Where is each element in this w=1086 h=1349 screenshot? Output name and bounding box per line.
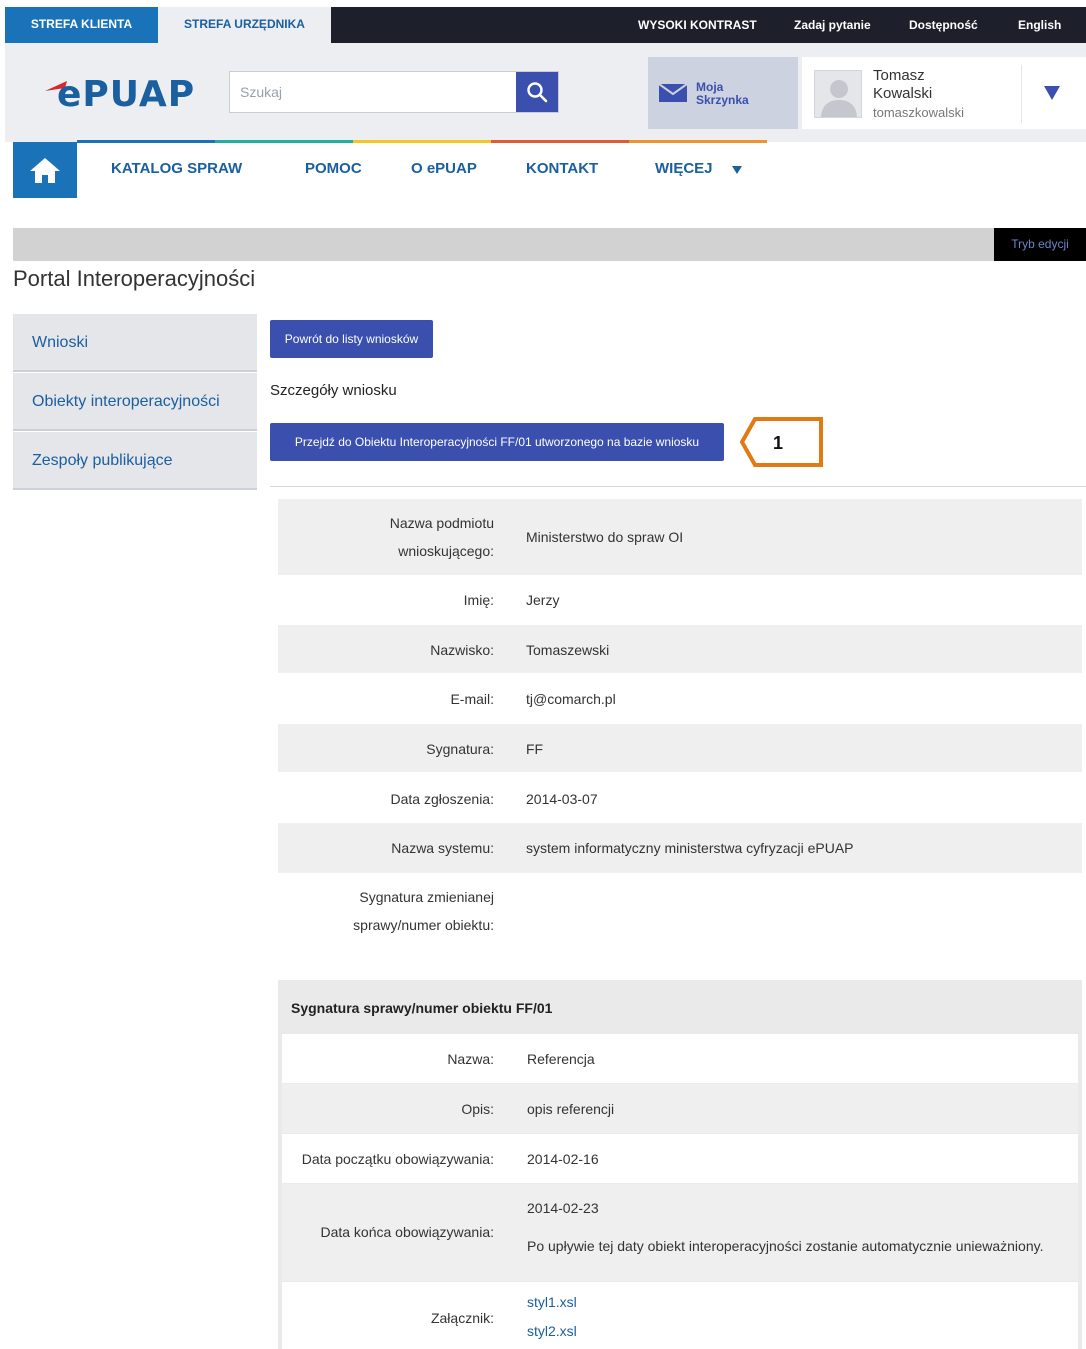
detail-value: Ministerstwo do spraw OI — [526, 529, 684, 545]
divider — [270, 486, 1086, 487]
object-row-attachments: Załącznik: styl1.xsl styl2.xsl — [282, 1282, 1078, 1349]
detail-value: 2014-03-07 — [526, 791, 598, 807]
detail-label: Sygnatura: — [426, 741, 494, 757]
object-label: Data końca obowiązywania: — [320, 1224, 494, 1240]
stripe-segment — [77, 140, 215, 143]
object-panel: Sygnatura sprawy/numer obiektu FF/01 Naz… — [278, 980, 1082, 1349]
triangle-down-icon[interactable] — [732, 166, 742, 174]
page-title: Portal Interoperacyjności — [13, 266, 256, 291]
back-to-list-button[interactable]: Powrót do listy wniosków — [270, 320, 433, 358]
divider — [1021, 65, 1022, 123]
object-row-name: Nazwa: Referencja — [282, 1034, 1078, 1083]
user-placeholder-icon — [821, 80, 857, 117]
search-input[interactable] — [230, 72, 516, 112]
goto-object-button[interactable]: Przejdź do Obiektu Interoperacyjności FF… — [270, 423, 724, 461]
stripe-segment — [215, 140, 353, 143]
edit-bar: Tryb edycji — [13, 228, 1086, 261]
attachment-link[interactable]: styl1.xsl — [527, 1288, 577, 1316]
nav-catalog[interactable]: KATALOG SPRAW — [111, 160, 242, 177]
detail-value: Jerzy — [526, 592, 560, 608]
accessibility-link[interactable]: Dostępność — [909, 7, 978, 43]
envelope-icon — [658, 83, 688, 102]
user-last-name: Kowalski — [873, 85, 933, 102]
triangle-down-icon[interactable] — [1043, 85, 1061, 101]
search-icon — [527, 82, 548, 103]
mailbox-label: Moja Skrzynka — [696, 80, 749, 107]
detail-value: Tomaszewski — [526, 642, 610, 658]
object-row-start-date: Data początku obowiązywania: 2014-02-16 — [282, 1134, 1078, 1183]
object-value: Referencja — [527, 1051, 595, 1067]
detail-value: FF — [526, 741, 544, 757]
high-contrast-link[interactable]: WYSOKI KONTRAST — [638, 7, 757, 43]
detail-value: system informatyczny ministerstwa cyfryz… — [526, 840, 854, 856]
callout-marker: 1 — [739, 417, 823, 467]
svg-text:ePUAP: ePUAP — [57, 74, 195, 113]
detail-row-first-name: Imię: Jerzy — [278, 576, 1082, 624]
header: ePUAP Moja Skrzynka Tomasz Kowalsk — [5, 43, 1086, 142]
object-value: 2014-02-23 — [527, 1200, 599, 1216]
detail-label: Sygnatura zmienianej sprawy/numer obiekt… — [353, 889, 494, 933]
object-value: opis referencji — [527, 1101, 615, 1117]
object-panel-title: Sygnatura sprawy/numer obiektu FF/01 — [291, 1000, 553, 1016]
detail-row-system: Nazwa systemu: system informatyczny mini… — [278, 823, 1082, 873]
object-label: Data początku obowiązywania: — [301, 1151, 494, 1167]
detail-row-signature: Sygnatura: FF — [278, 724, 1082, 772]
detail-row-date: Data zgłoszenia: 2014-03-07 — [278, 774, 1082, 822]
stripe-segment — [353, 140, 491, 143]
nav-about[interactable]: O ePUAP — [411, 160, 477, 177]
marker-number: 1 — [773, 433, 783, 453]
detail-label: Imię: — [463, 592, 494, 608]
object-row-description: Opis: opis referencji — [282, 1084, 1078, 1133]
search-button[interactable] — [516, 72, 558, 112]
home-icon — [30, 158, 60, 183]
home-button[interactable] — [13, 142, 77, 198]
nav-help[interactable]: POMOC — [305, 160, 362, 177]
user-first-name: Tomasz — [873, 67, 925, 84]
user-panel[interactable]: Tomasz Kowalski tomaszkowalski — [802, 57, 1086, 129]
zone-client-tab[interactable]: STREFA KLIENTA — [5, 7, 158, 43]
detail-row-applicant: Nazwa podmiotu wnioskującego: Ministerst… — [278, 499, 1082, 575]
object-label: Opis: — [461, 1101, 494, 1117]
object-value: 2014-02-16 — [527, 1151, 599, 1167]
detail-label: E-mail: — [450, 691, 494, 707]
stripe-segment — [629, 140, 767, 143]
nav-more[interactable]: WIĘCEJ — [655, 160, 713, 177]
sidebar-item-applications[interactable]: Wnioski — [13, 314, 257, 372]
detail-row-email: E-mail: tj@comarch.pl — [278, 674, 1082, 722]
detail-label: Nazwa systemu: — [391, 840, 494, 856]
object-label: Nazwa: — [447, 1051, 494, 1067]
avatar — [814, 70, 862, 118]
epuap-logo[interactable]: ePUAP — [43, 73, 208, 115]
top-bar: STREFA KLIENTA STREFA URZĘDNIKA WYSOKI K… — [5, 7, 1086, 43]
mailbox-button[interactable]: Moja Skrzynka — [648, 57, 798, 129]
sidebar-item-interop-objects[interactable]: Obiekty interoperacyjności — [13, 373, 257, 431]
object-label: Załącznik: — [430, 1310, 494, 1326]
stripe-segment — [491, 140, 629, 143]
zone-clerk-tab[interactable]: STREFA URZĘDNIKA — [158, 7, 331, 43]
nav-contact[interactable]: KONTAKT — [526, 160, 598, 177]
ask-question-link[interactable]: Zadaj pytanie — [794, 7, 871, 43]
sidebar-item-publishing-teams[interactable]: Zespoły publikujące — [13, 432, 257, 490]
search-box — [229, 71, 559, 113]
detail-label: Nazwa podmiotu wnioskującego: — [389, 515, 494, 559]
object-row-end-date: Data końca obowiązywania: 2014-02-23 Po … — [282, 1184, 1078, 1281]
attachment-link[interactable]: styl2.xsl — [527, 1317, 577, 1345]
detail-value: tj@comarch.pl — [526, 691, 616, 707]
language-link[interactable]: English — [1018, 7, 1061, 43]
detail-label: Nazwisko: — [430, 642, 494, 658]
section-title: Szczegóły wniosku — [270, 382, 397, 399]
object-end-note: Po upływie tej daty obiekt interoperacyj… — [527, 1238, 1044, 1254]
edit-mode-button[interactable]: Tryb edycji — [994, 228, 1086, 261]
nav-color-stripe — [77, 140, 767, 143]
detail-row-last-name: Nazwisko: Tomaszewski — [278, 625, 1082, 673]
detail-label: Data zgłoszenia: — [390, 791, 494, 807]
detail-row-changed-signature: Sygnatura zmienianej sprawy/numer obiekt… — [278, 874, 1082, 944]
user-login: tomaszkowalski — [873, 105, 965, 120]
